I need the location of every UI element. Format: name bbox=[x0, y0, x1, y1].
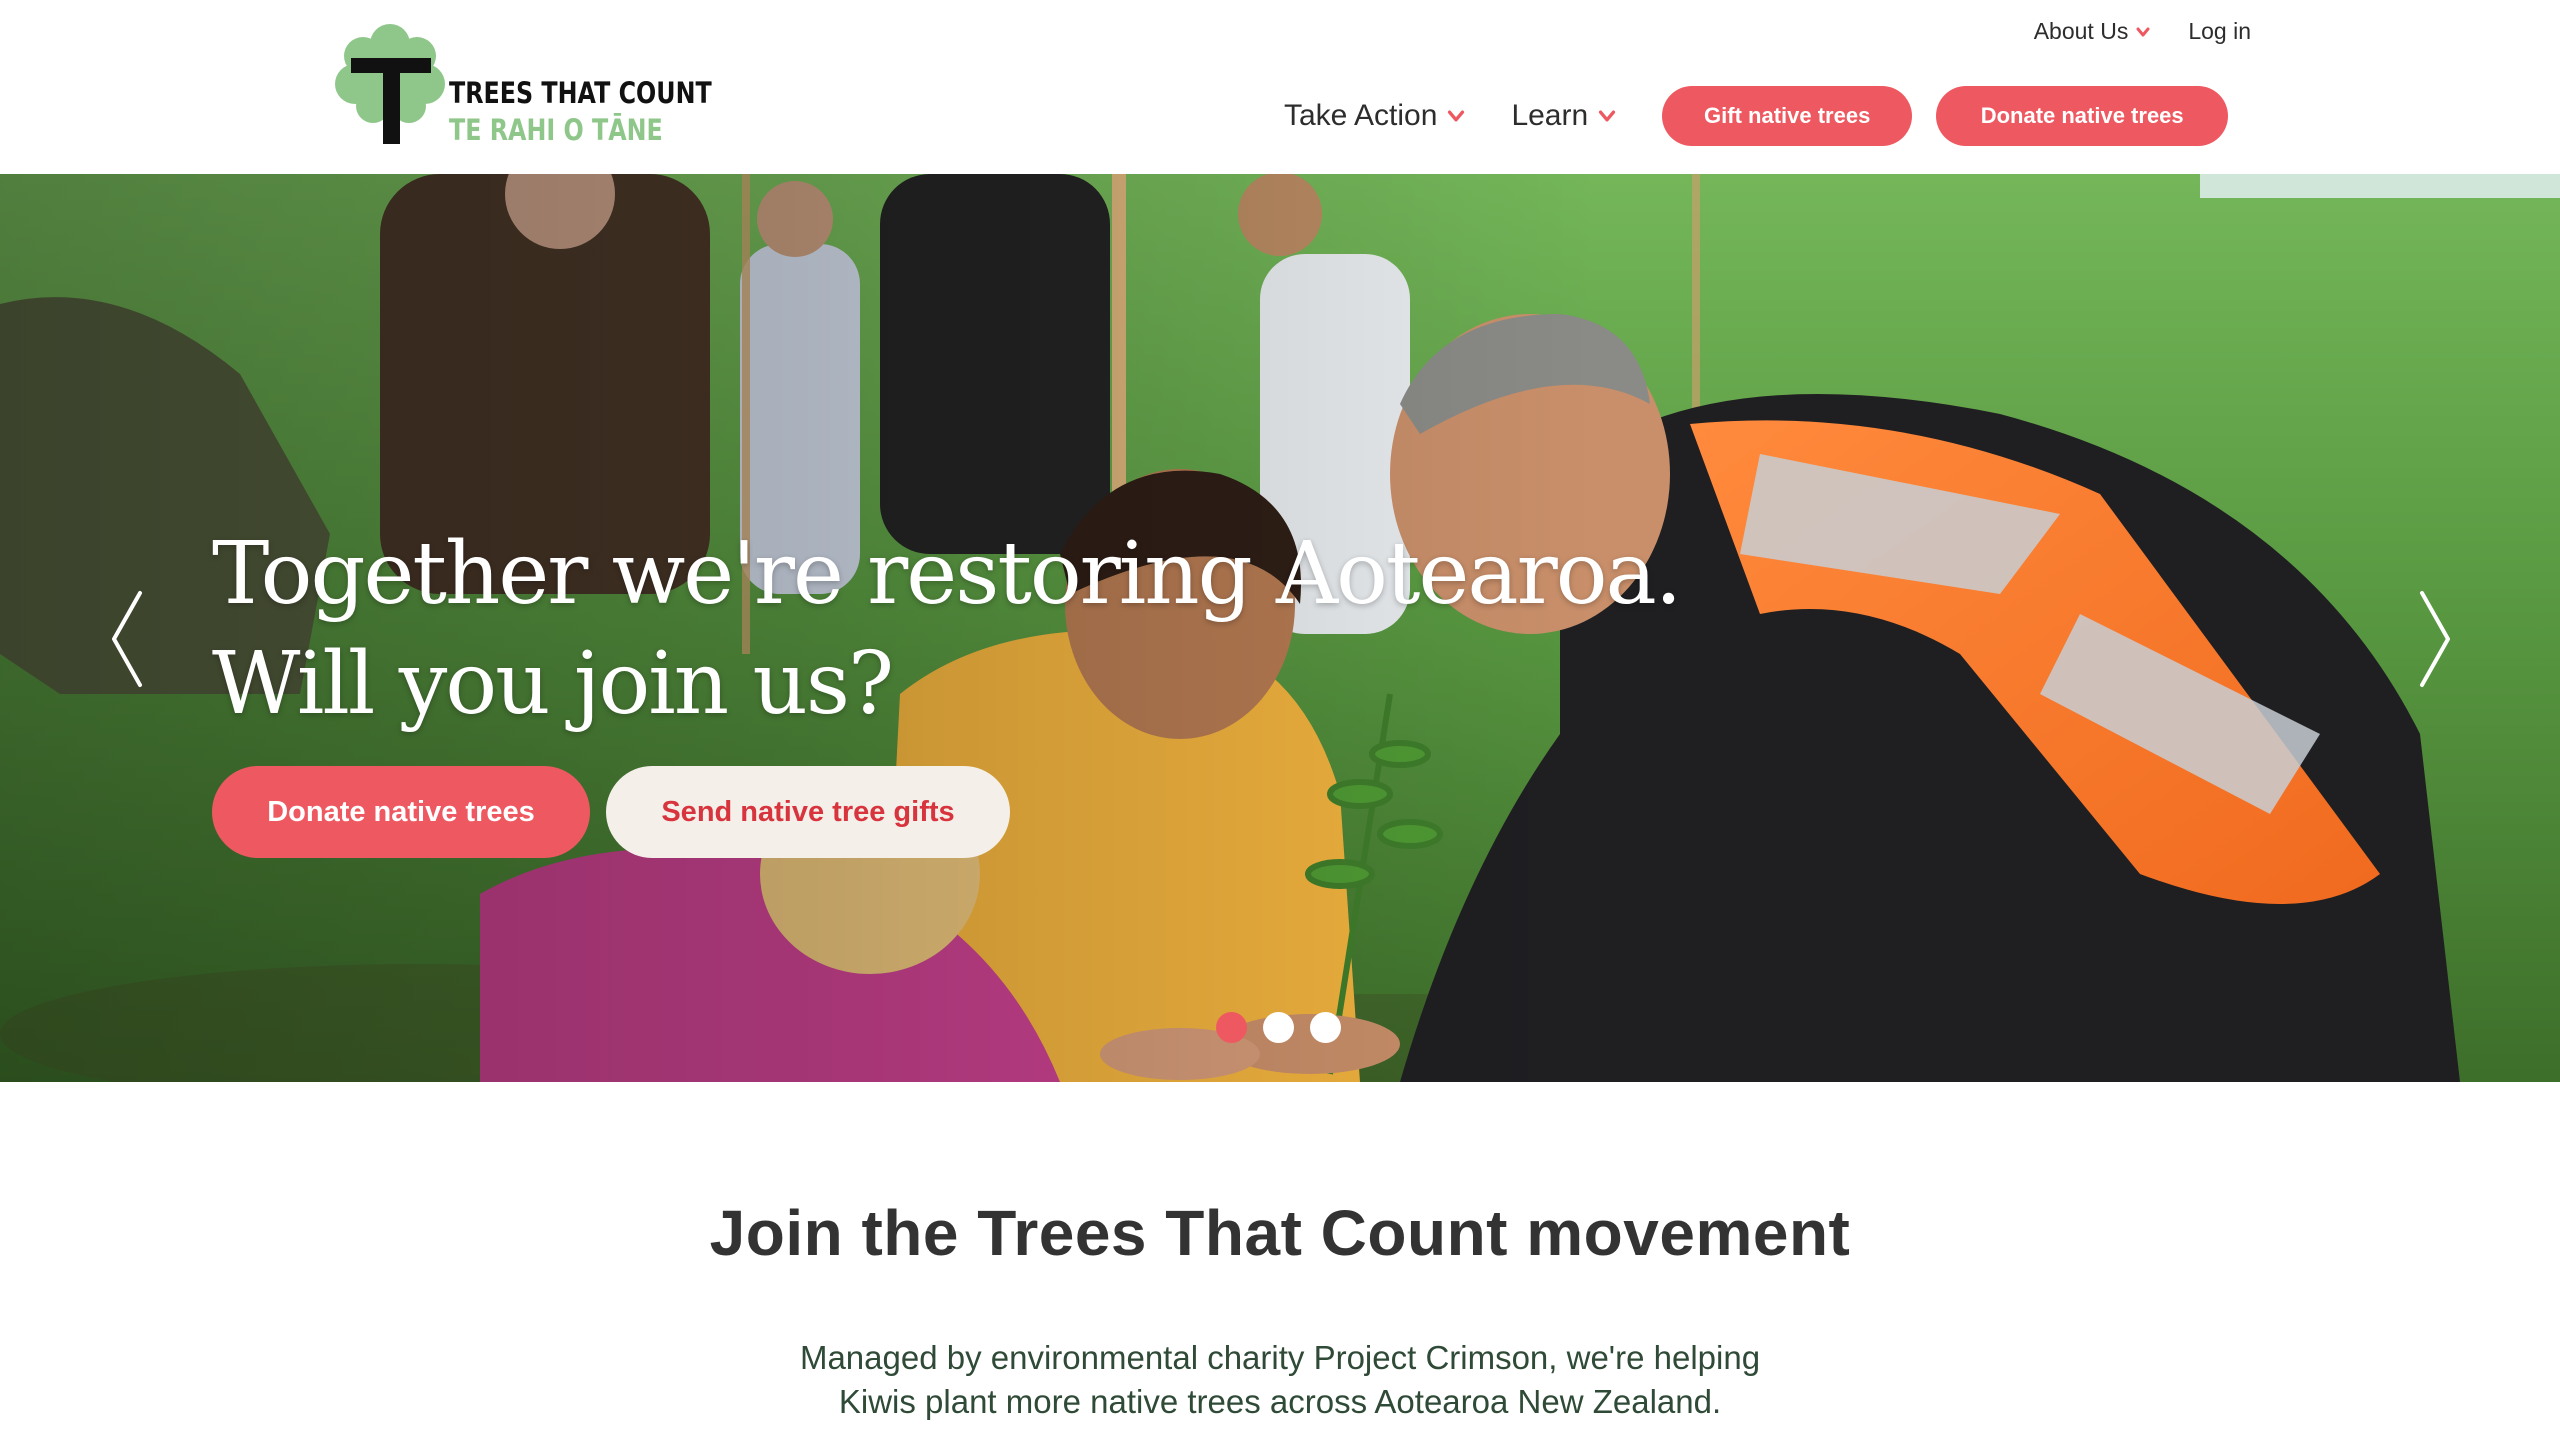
carousel-dot-1[interactable] bbox=[1216, 1012, 1247, 1043]
hero-headline: Together we're restoring Aotearoa. Will … bbox=[212, 519, 1712, 739]
carousel-dot-2[interactable] bbox=[1263, 1012, 1294, 1043]
main-nav: Take Action Learn Gift native trees Dona… bbox=[1284, 86, 2229, 146]
hero-carousel: Together we're restoring Aotearoa. Will … bbox=[0, 174, 2560, 1082]
take-action-label: Take Action bbox=[1284, 99, 1438, 132]
logo-name-en: TREES THAT COUNT bbox=[449, 76, 712, 110]
section-intro-text: Managed by environmental charity Project… bbox=[680, 1336, 1880, 1424]
carousel-indicators bbox=[1216, 1012, 1341, 1043]
learn-label: Learn bbox=[1511, 99, 1589, 132]
site-logo[interactable]: TREES THAT COUNT TE RAHI O TĀNE bbox=[333, 18, 712, 148]
chevron-down-icon bbox=[1599, 110, 1616, 122]
login-label: Log in bbox=[2188, 18, 2251, 44]
chevron-down-icon bbox=[1448, 110, 1465, 122]
hero-donate-button[interactable]: Donate native trees bbox=[212, 766, 590, 858]
chevron-left-icon[interactable] bbox=[108, 589, 148, 689]
gift-native-trees-button[interactable]: Gift native trees bbox=[1662, 86, 1913, 146]
chevron-right-icon[interactable] bbox=[2414, 589, 2454, 689]
hero-send-gifts-button[interactable]: Send native tree gifts bbox=[606, 766, 1010, 858]
hero-actions: Donate native trees Send native tree gif… bbox=[212, 766, 1010, 858]
donate-native-trees-button[interactable]: Donate native trees bbox=[1936, 86, 2229, 146]
intro-text-line-2: Kiwis plant more native trees across Aot… bbox=[838, 1383, 1722, 1420]
site-header: TREES THAT COUNT TE RAHI O TĀNE About Us… bbox=[0, 0, 2560, 174]
login-link[interactable]: Log in bbox=[2188, 18, 2251, 45]
hero-headline-line-2: Will you join us? bbox=[212, 634, 894, 734]
section-title: Join the Trees That Count movement bbox=[709, 1197, 1851, 1269]
tree-t-icon bbox=[335, 24, 445, 144]
utility-nav: About Us Log in bbox=[2034, 18, 2251, 45]
hero-headline-line-1: Together we're restoring Aotearoa. bbox=[212, 524, 1682, 624]
logo-name-mi: TE RAHI O TĀNE bbox=[449, 113, 663, 147]
about-us-label: About Us bbox=[2033, 18, 2129, 44]
about-us-menu[interactable]: About Us bbox=[2034, 18, 2151, 45]
chevron-down-icon bbox=[2136, 27, 2150, 36]
carousel-dot-3[interactable] bbox=[1310, 1012, 1341, 1043]
intro-text-line-1: Managed by environmental charity Project… bbox=[799, 1339, 1761, 1376]
take-action-menu[interactable]: Take Action bbox=[1284, 99, 1465, 133]
learn-menu[interactable]: Learn bbox=[1511, 99, 1616, 133]
